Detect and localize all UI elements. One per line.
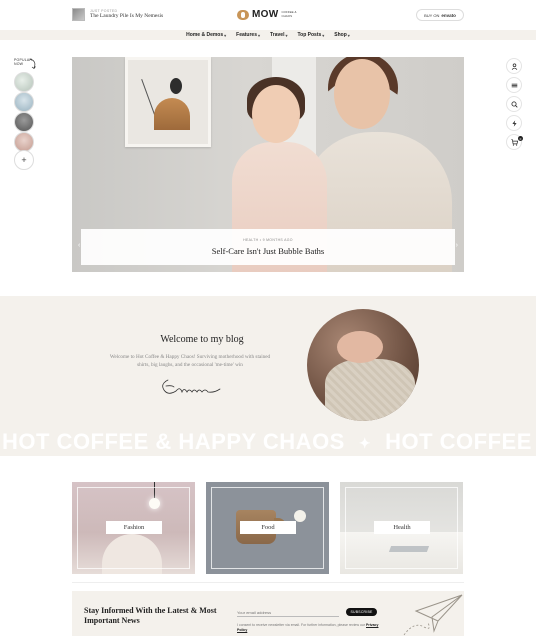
sparkle-icon: ✦ [358,434,372,451]
hero-slider[interactable]: ‹ › HEALTH • 9 months ago Self-Care Isn'… [72,57,464,272]
marquee-text: HOT COFFEE [385,429,532,454]
wall-art-frame [125,57,211,147]
hero-caption-card[interactable]: HEALTH • 9 months ago Self-Care Isn't Ju… [81,229,455,265]
nav-item-features[interactable]: Features ▾ [236,32,260,38]
popular-post-thumbnail[interactable] [14,92,34,112]
nav-label: Shop [334,32,347,38]
subscribe-button[interactable]: SUBSCRIBE [346,608,377,616]
logo-wordmark: MOW [252,9,279,20]
nav-item-top-posts[interactable]: Top Posts ▾ [297,32,324,38]
buy-prefix: BUY ON [424,12,440,18]
category-card-health[interactable]: Health [340,482,463,574]
newsletter-section: Stay Informed With the Latest & Most Imp… [72,591,464,636]
recent-post-thumbnail [72,8,85,21]
nav-item-shop[interactable]: Shop ▾ [334,32,350,38]
about-title: Welcome to my blog [160,334,244,345]
signature-icon [162,379,221,394]
chevron-down-icon: ▾ [322,32,325,38]
category-label[interactable]: Fashion [106,521,162,534]
popular-post-thumbnail[interactable] [14,112,34,132]
hero-post-meta: HEALTH • 9 months ago [243,238,293,242]
chevron-down-icon: ▾ [224,32,227,38]
nav-item-home-demos[interactable]: Home & Demos ▾ [186,32,226,38]
chevron-right-icon[interactable]: › [456,242,458,249]
category-label[interactable]: Food [240,521,296,534]
main-nav: Home & Demos ▾ Features ▾ Travel ▾ Top Post… [0,30,536,40]
category-card-food[interactable]: Food [206,482,329,574]
about-photo [307,309,419,421]
nav-label: Home & Demos [186,32,224,38]
marquee-text: HOT COFFEE & HAPPY CHAOS [2,429,345,454]
buy-on-envato-button[interactable]: BUY ON envato [416,9,464,21]
about-text: Welcome to Hot Coffee & Happy Chaos! Sur… [109,354,271,369]
newsletter-consent: I consent to receive newsletter via emai… [237,623,382,634]
newsletter-title: Stay Informed With the Latest & Most Imp… [84,606,217,626]
cart-button[interactable]: 0 [506,134,523,150]
plus-icon[interactable]: + [14,150,34,170]
cart-count-badge: 0 [518,136,523,141]
nav-label: Top Posts [297,32,322,38]
chevron-left-icon[interactable]: ‹ [78,242,80,249]
search-button[interactable] [506,96,522,112]
category-card-fashion[interactable]: Fashion [72,482,195,574]
cart-icon [510,138,518,146]
menu-button[interactable] [506,77,522,93]
nav-item-travel[interactable]: Travel ▾ [270,32,287,38]
lightning-icon [511,119,517,127]
search-icon [511,101,518,108]
paper-plane-icon [403,594,463,636]
popular-now-sidebar: POPULAR NOW + [14,58,38,170]
top-bar: Just Posted The Laundry Pile Is My Nemes… [0,0,536,30]
user-icon [511,63,517,70]
trending-button[interactable] [506,115,522,131]
hamburger-icon [511,83,517,87]
envato-brand: envato [441,12,456,18]
curved-arrow-icon [29,58,36,69]
nav-label: Travel [270,32,285,38]
popular-post-thumbnail[interactable] [14,132,34,152]
marquee-banner: HOT COFFEE & HAPPY CHAOS ✦ HOT COFFEE [2,429,532,455]
consent-text: I consent to receive newsletter via emai… [237,623,366,627]
chevron-down-icon: ▾ [257,32,260,38]
category-label[interactable]: Health [374,521,430,534]
popular-post-thumbnail[interactable] [14,72,34,92]
recent-post-link[interactable]: Just Posted The Laundry Pile Is My Nemes… [72,8,163,21]
about-section: Welcome to my blog Welcome to Hot Coffee… [0,296,536,456]
chevron-down-icon: ▾ [285,32,288,38]
logo-icon [237,9,249,20]
site-logo[interactable]: MOW COFFEE & CHAOS [237,9,303,20]
section-divider [72,582,464,583]
nav-label: Features [236,32,257,38]
account-button[interactable] [506,58,522,74]
hero-post-title[interactable]: Self-Care Isn't Just Bubble Baths [212,246,325,256]
recent-post-title[interactable]: The Laundry Pile Is My Nemesis [90,13,163,19]
logo-tagline: COFFEE & CHAOS [281,9,297,18]
chevron-down-icon: ▾ [347,32,350,38]
email-field[interactable] [237,608,339,617]
